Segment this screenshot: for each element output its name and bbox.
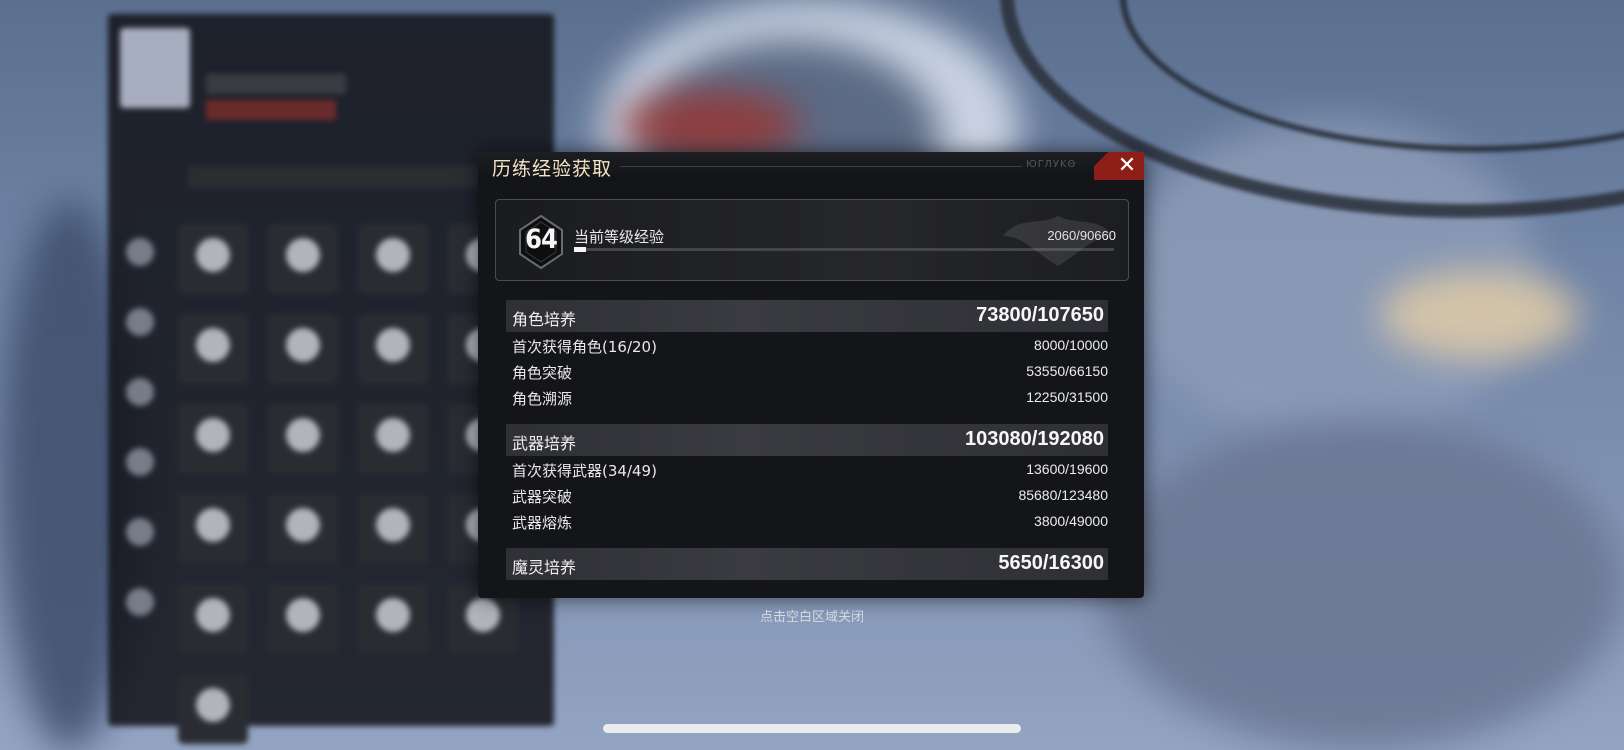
close-hint[interactable]: 点击空白区域关闭 <box>0 606 1624 625</box>
level-emblem-icon: 64 <box>516 214 566 270</box>
player-badge-bar <box>206 100 336 120</box>
list-item: 武器熔炼 3800/49000 <box>512 510 1108 534</box>
side-icon <box>126 518 154 546</box>
inventory-cell <box>178 224 248 294</box>
inventory-cell <box>268 494 338 564</box>
home-indicator[interactable] <box>603 724 1021 733</box>
bg-light-patch <box>1380 270 1580 360</box>
list-item: 武器突破 85680/123480 <box>512 484 1108 508</box>
side-icon <box>126 308 154 336</box>
row-value: 53550/66150 <box>1026 363 1108 379</box>
side-icon <box>126 448 154 476</box>
row-label: 角色突破 <box>512 364 573 382</box>
bg-red-roof <box>620 90 800 160</box>
list-item: 首次获得角色(16/20) 8000/10000 <box>512 334 1108 358</box>
dialog-header: 历练经验获取 ЮΓЛУΚΘ ✕ <box>478 152 1144 180</box>
list-item: 角色突破 53550/66150 <box>512 360 1108 384</box>
level-number: 64 <box>525 224 558 255</box>
inventory-cell <box>178 494 248 564</box>
inventory-cell <box>178 314 248 384</box>
section-value: 73800/107650 <box>976 304 1104 326</box>
dialog-title: 历练经验获取 <box>492 158 613 180</box>
close-button[interactable]: ✕ <box>1094 152 1144 180</box>
winged-emblem-icon <box>998 206 1118 276</box>
bg-floor <box>1100 420 1624 750</box>
section-label: 武器培养 <box>512 434 577 453</box>
list-item: 角色溯源 12250/31500 <box>512 386 1108 410</box>
section-label: 角色培养 <box>512 310 577 329</box>
side-icon <box>126 238 154 266</box>
row-value: 85680/123480 <box>1018 487 1108 503</box>
level-progress-fill <box>574 247 587 252</box>
level-panel: 64 当前等级经验 2060/90660 <box>495 199 1129 281</box>
section-header: 武器培养 103080/192080 <box>506 424 1108 456</box>
section-header: 魔灵培养 5650/16300 <box>506 548 1108 580</box>
experience-dialog: 历练经验获取 ЮΓЛУΚΘ ✕ 64 当前等级经验 2060/90660 角色培… <box>478 152 1144 598</box>
avatar <box>120 28 190 108</box>
row-value: 8000/10000 <box>1034 337 1108 353</box>
inventory-tab-bar <box>188 166 508 188</box>
row-label: 武器突破 <box>512 488 573 506</box>
title-divider <box>620 166 1022 167</box>
inventory-cell <box>358 314 428 384</box>
inventory-cell <box>358 224 428 294</box>
row-value: 3800/49000 <box>1034 513 1108 529</box>
decorative-glyphs: ЮΓЛУΚΘ <box>1026 159 1077 170</box>
inventory-cell <box>178 404 248 474</box>
section-value: 103080/192080 <box>964 428 1104 450</box>
inventory-cell <box>268 224 338 294</box>
inventory-cell <box>358 494 428 564</box>
row-label: 首次获得角色(16/20) <box>512 338 657 356</box>
inventory-cell <box>178 674 248 744</box>
row-value: 12250/31500 <box>1026 389 1108 405</box>
side-icon <box>126 378 154 406</box>
section-value: 5650/16300 <box>998 552 1104 574</box>
close-icon[interactable]: ✕ <box>1118 153 1136 178</box>
section-label: 魔灵培养 <box>512 558 577 577</box>
level-exp-label: 当前等级经验 <box>574 228 665 246</box>
list-item: 首次获得武器(34/49) 13600/19600 <box>512 458 1108 482</box>
section-header: 角色培养 73800/107650 <box>506 300 1108 332</box>
player-name-bar <box>206 74 346 94</box>
inventory-cell <box>358 404 428 474</box>
inventory-cell <box>268 314 338 384</box>
row-label: 武器熔炼 <box>512 514 573 532</box>
inventory-cell <box>268 404 338 474</box>
row-label: 首次获得武器(34/49) <box>512 462 657 480</box>
row-label: 角色溯源 <box>512 390 573 408</box>
row-value: 13600/19600 <box>1026 461 1108 477</box>
